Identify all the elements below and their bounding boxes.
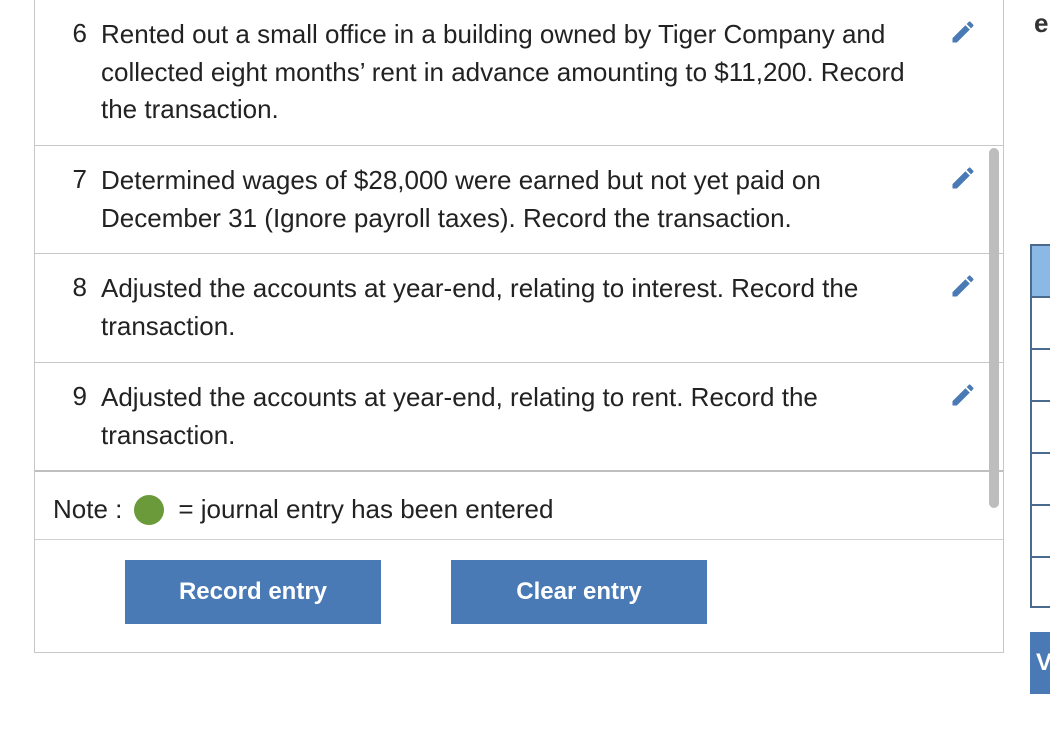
- note-text: = journal entry has been entered: [178, 494, 553, 525]
- table-cell[interactable]: [1030, 296, 1050, 348]
- pencil-icon[interactable]: [949, 272, 977, 300]
- scrollbar-thumb[interactable]: [989, 148, 999, 508]
- row-number: 6: [53, 16, 101, 51]
- table-cell[interactable]: [1030, 400, 1050, 452]
- transaction-row[interactable]: 8 Adjusted the accounts at year-end, rel…: [35, 253, 1003, 361]
- view-button-partial[interactable]: V: [1030, 632, 1050, 694]
- pencil-icon[interactable]: [949, 381, 977, 409]
- record-entry-button[interactable]: Record entry: [125, 560, 381, 624]
- entered-dot-icon: [134, 495, 164, 525]
- pencil-icon[interactable]: [949, 164, 977, 192]
- note-label: Note :: [53, 494, 122, 525]
- row-number: 7: [53, 162, 101, 197]
- right-column-partial: e V: [1010, 0, 1050, 746]
- row-description: Determined wages of $28,000 were earned …: [101, 162, 985, 237]
- table-cell[interactable]: [1030, 244, 1050, 296]
- pencil-icon[interactable]: [949, 18, 977, 46]
- table-cell[interactable]: [1030, 452, 1050, 504]
- header-fragment: e: [1034, 8, 1048, 39]
- clear-entry-button[interactable]: Clear entry: [451, 560, 707, 624]
- row-number: 9: [53, 379, 101, 414]
- button-bar: Record entry Clear entry: [35, 540, 1003, 652]
- row-description: Rented out a small office in a building …: [101, 16, 985, 129]
- transactions-panel: 6 Rented out a small office in a buildin…: [34, 0, 1004, 653]
- transaction-row[interactable]: 7 Determined wages of $28,000 were earne…: [35, 145, 1003, 253]
- note-legend: Note : = journal entry has been entered: [35, 470, 1003, 539]
- transaction-row[interactable]: 9 Adjusted the accounts at year-end, rel…: [35, 362, 1003, 470]
- table-cell[interactable]: [1030, 556, 1050, 608]
- transaction-row[interactable]: 6 Rented out a small office in a buildin…: [35, 0, 1003, 145]
- row-description: Adjusted the accounts at year-end, relat…: [101, 379, 985, 454]
- row-description: Adjusted the accounts at year-end, relat…: [101, 270, 985, 345]
- table-cell[interactable]: [1030, 348, 1050, 400]
- row-number: 8: [53, 270, 101, 305]
- table-cell[interactable]: [1030, 504, 1050, 556]
